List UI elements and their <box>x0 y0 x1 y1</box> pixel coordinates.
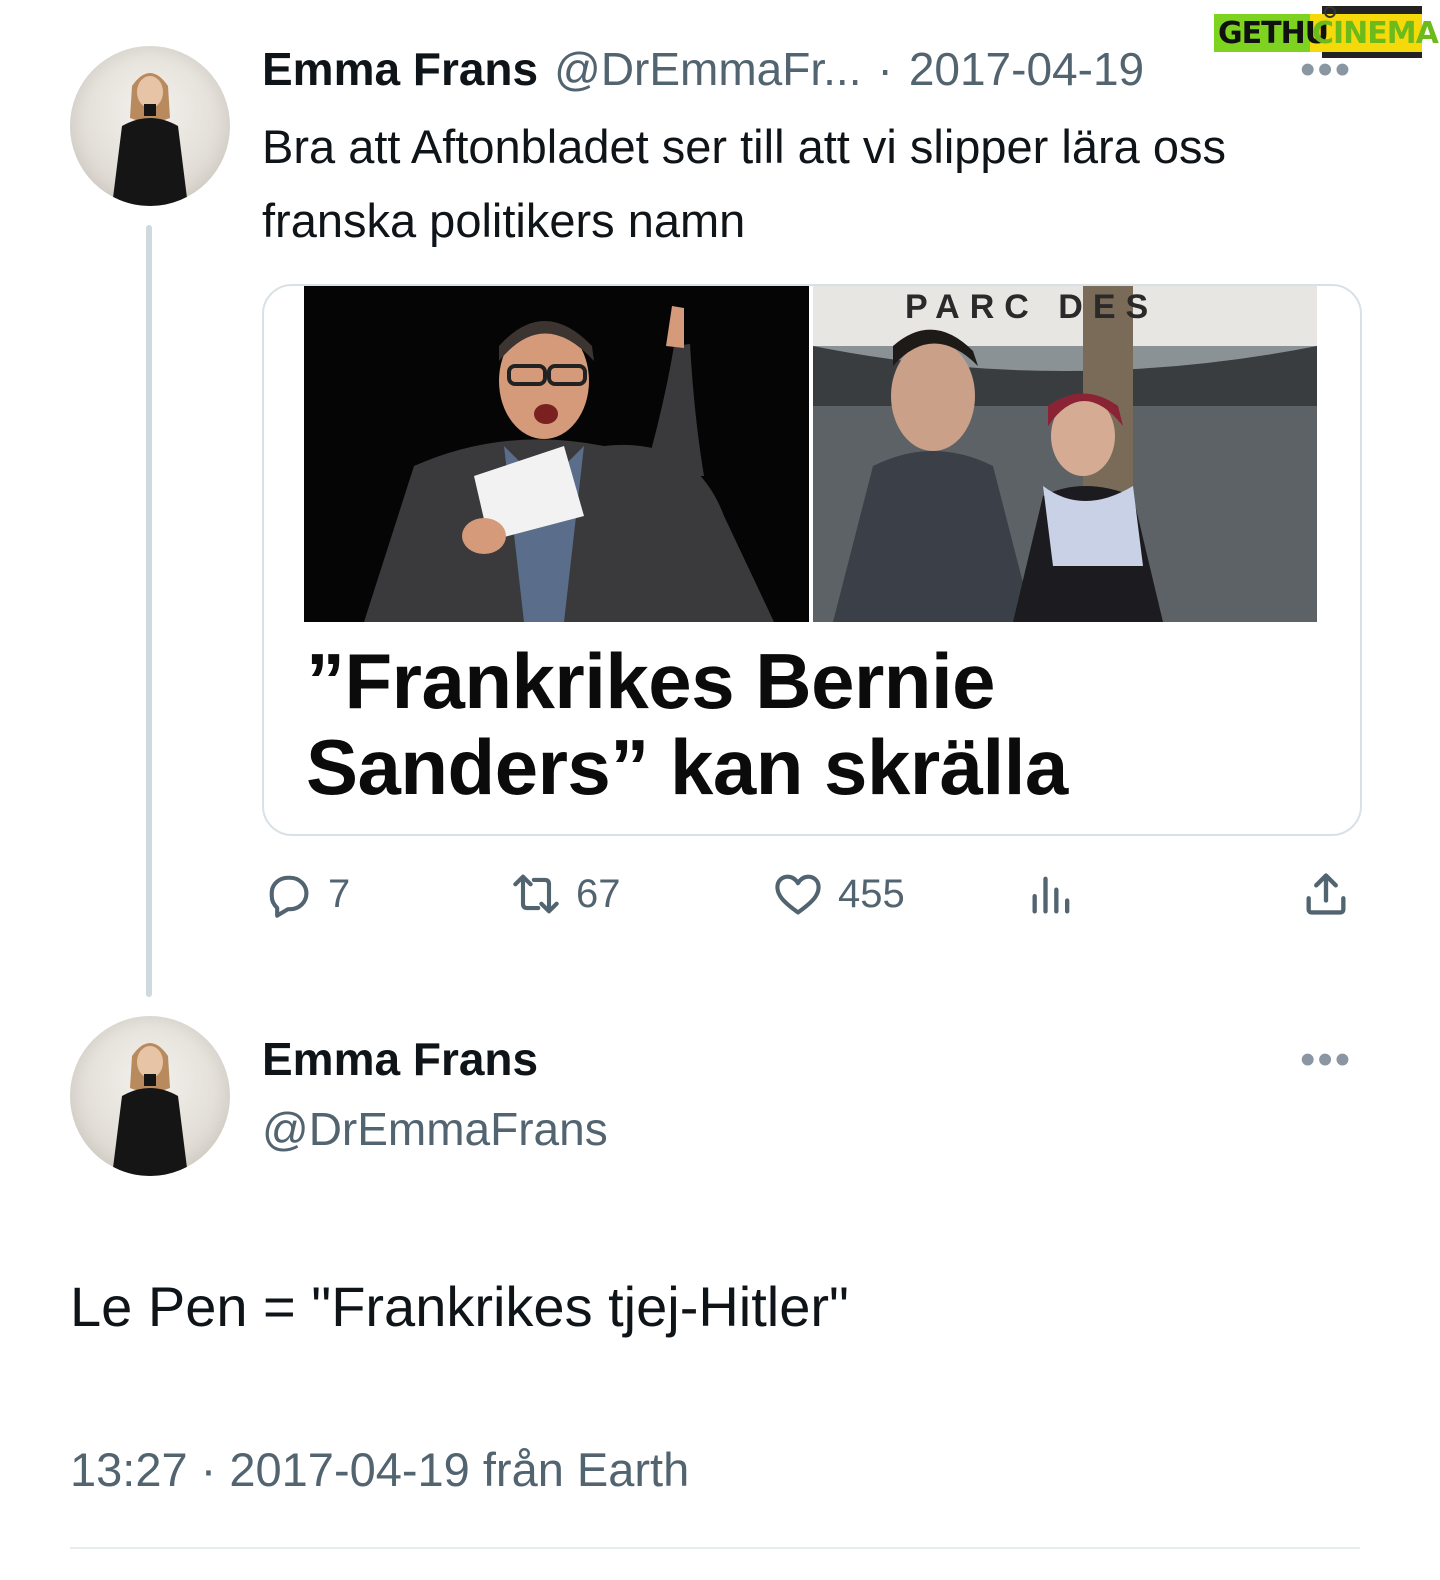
tweet-timestamp[interactable]: 13:27 · 2017-04-19 från Earth <box>70 1442 689 1497</box>
share-icon <box>1306 873 1346 915</box>
like-icon <box>775 874 821 915</box>
card-headline: ”Frankrikes Bernie Sanders” kan skrälla <box>306 638 1346 810</box>
like-count: 455 <box>838 871 905 916</box>
avatar-person-graphic <box>112 73 188 206</box>
share-button[interactable] <box>1300 868 1352 920</box>
couple-illustration <box>813 286 1317 622</box>
retweet-button[interactable]: 67 <box>510 868 621 920</box>
more-icon[interactable]: ••• <box>1300 1038 1352 1082</box>
avatar-person-graphic <box>112 1043 188 1176</box>
venue-sign: PARC DES <box>905 288 1159 326</box>
reply-icon <box>269 875 309 918</box>
headline-line-1: ”Frankrikes Bernie <box>306 637 996 725</box>
avatar[interactable] <box>70 46 230 206</box>
views-button[interactable] <box>1026 868 1078 920</box>
photo-couple: PARC DES <box>813 286 1317 622</box>
author-name[interactable]: Emma Frans <box>262 1032 538 1086</box>
views-icon <box>1032 876 1070 914</box>
retweet-icon <box>513 874 559 914</box>
like-button[interactable]: 455 <box>772 868 905 920</box>
tweet1-header: Emma Frans @DrEmmaFr... · 2017-04-19 <box>262 42 1144 96</box>
more-icon[interactable]: ••• <box>1300 48 1352 92</box>
author-name[interactable]: Emma Frans <box>262 42 538 96</box>
headline-line-2: Sanders” kan skrälla <box>306 723 1068 811</box>
author-handle[interactable]: @DrEmmaFr... <box>554 42 861 96</box>
tweet-date[interactable]: 2017-04-19 <box>909 42 1144 96</box>
dot-separator: · <box>877 43 893 95</box>
thread-connector <box>146 225 152 997</box>
tweet-text: Le Pen = "Frankrikes tjej-Hitler" <box>70 1275 849 1338</box>
speaker-illustration <box>304 286 809 622</box>
reply-count: 7 <box>328 871 351 916</box>
author-handle[interactable]: @DrEmmaFrans <box>262 1102 608 1156</box>
photo-speaker <box>304 286 809 622</box>
avatar[interactable] <box>70 1016 230 1176</box>
retweet-count: 67 <box>576 871 621 916</box>
divider <box>70 1547 1360 1549</box>
media-card[interactable]: PARC DES ”Frankrikes Bernie Sanders” kan… <box>262 284 1362 836</box>
reply-button[interactable]: 7 <box>262 868 350 920</box>
tweet-text: Bra att Aftonbladet ser till att vi slip… <box>262 120 1226 247</box>
